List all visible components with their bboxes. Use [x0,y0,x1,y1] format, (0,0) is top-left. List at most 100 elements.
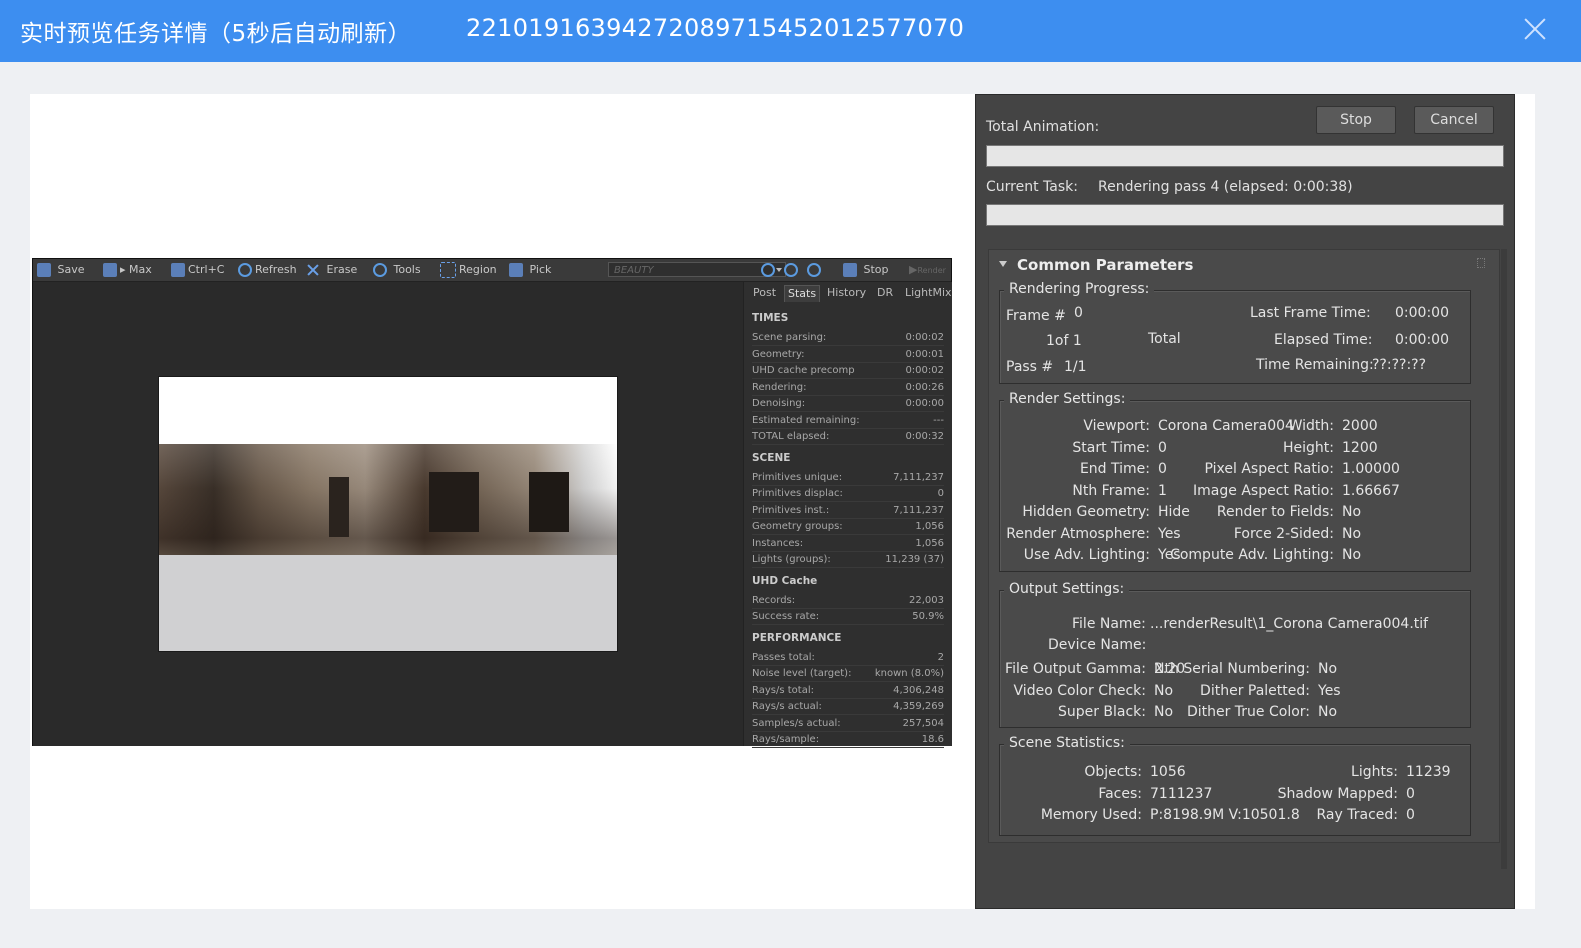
copy-icon [103,263,117,277]
param-label: Objects: [1084,764,1142,780]
param-value: Yes [1158,525,1181,542]
zoom-out-icon [784,263,798,277]
param-label: Ray Traced: [1316,807,1398,823]
param-label: Hidden Geometry: [1022,504,1150,520]
channel-select[interactable]: BEAUTY [608,262,786,277]
param-value: 0 [1406,807,1415,823]
render-settings-group: Render Settings: Viewport: Corona Camera0… [999,391,1471,572]
stats-row: Geometry groups: 1,056 [752,520,944,535]
max-button[interactable]: ▸ Max [103,262,152,278]
save-button[interactable]: Save [37,262,85,278]
stats-row: Noise level (target): known (8.0%) [752,667,944,682]
render-button[interactable]: ▶Render [909,262,946,278]
stats-section-title: TIMES [752,312,789,324]
param-label: Dither True Color: [1186,704,1310,720]
param-label: Nth Serial Numbering: [1154,661,1310,677]
render-canvas[interactable] [33,282,743,746]
param-label: Pixel Aspect Ratio: [1204,461,1335,477]
stats-row: Primitives inst.: 7,111,237 [752,504,944,519]
total-animation-label: Total Animation: [986,119,1100,135]
param-label: Super Black: [1057,704,1146,720]
param-label: Shadow Mapped: [1277,785,1398,802]
stop-button[interactable]: Stop [843,262,889,278]
gear-icon [373,263,387,277]
group-title: Scene Statistics: [1004,735,1130,751]
param-label: Compute Adv. Lighting: [1170,547,1334,563]
stats-row: Geometry: 0:00:01 [752,348,944,363]
tab-dr[interactable]: DR [874,285,896,301]
param-value: 1 [1158,482,1167,499]
hand-icon [509,263,523,277]
tab-lightmix[interactable]: LightMix [902,285,955,301]
param-label: Dither Paletted: [1200,682,1310,699]
refresh-icon [238,263,252,277]
erase-icon [306,263,320,277]
save-icon [37,263,51,277]
param-label: Nth Frame: [1072,482,1150,499]
group-title: Render Settings: [1004,391,1131,407]
param-value: 7111237 [1150,785,1213,802]
task-id: 22101916394272089715452012577070 [466,14,965,42]
param-label: Viewport: [1083,418,1150,434]
stats-section-title: SCENE [752,451,791,464]
param-label: Memory Used: [1040,807,1142,823]
param-value: No [1342,525,1362,542]
param-value: No [1318,704,1338,720]
grip-icon [1477,258,1485,268]
stats-row: Primitives unique: 7,111,237 [752,471,944,486]
zoom-out-button[interactable] [784,262,801,278]
param-value: 0 [1158,439,1167,456]
stats-row: Rendering: 0:00:26 [752,381,944,396]
param-value: No [1342,504,1362,520]
stats-row: Denoising: 0:00:00 [752,397,944,412]
stats-row: Scene parsing: 0:00:02 [752,331,944,346]
output-settings-group: Output Settings: File Name: ...renderRes… [999,581,1471,728]
stats-row: TOTAL elapsed: 0:00:32 [752,430,944,445]
rendering-dialog: Total Animation: Stop Cancel Current Tas… [975,94,1515,909]
param-value: No [1154,704,1174,720]
refresh-button[interactable]: Refresh [238,262,297,278]
pick-button[interactable]: Pick [509,262,551,278]
param-value: No [1154,682,1174,699]
stats-row: Records: 22,003 [752,594,944,609]
erase-button[interactable]: Erase [306,262,358,278]
ctrlc-button[interactable]: Ctrl+C [171,262,224,278]
zoom-in-button[interactable] [761,262,778,278]
param-label: Lights: [1351,764,1398,780]
close-icon[interactable] [1520,14,1550,44]
tab-stats[interactable]: Stats [784,285,821,302]
param-label: Height: [1283,439,1334,456]
tab-post[interactable]: Post [750,285,779,301]
stats-panel: Post Stats History DR LightMix TIMES Scen… [743,282,955,748]
stats-row: UHD cache precomp 0:00:02 [752,364,944,379]
collapse-triangle-icon [999,261,1007,267]
param-value: 2000 [1342,418,1378,434]
region-icon [440,262,456,278]
zoom-fit-icon [807,263,821,277]
window-title: 实时预览任务详情（5秒后自动刷新） [20,21,412,47]
stats-row: Primitives displac: 0 [752,487,944,502]
file-name-value: ...renderResult\1_Corona Camera004.tif [1150,616,1429,632]
param-label: End Time: [1079,461,1150,477]
stats-row: Rays/s total: 4,306,248 [752,684,944,699]
dialog-scrollbar[interactable] [1501,249,1507,869]
param-label: File Output Gamma: [1005,661,1146,677]
param-value: Corona Camera004 [1158,418,1294,434]
stats-row: Success rate: 50.9% [752,610,944,625]
param-label: Force 2-Sided: [1233,525,1334,542]
zoom-fit-button[interactable] [807,262,824,278]
param-value: 1056 [1150,764,1186,780]
stop-button[interactable]: Stop [1316,106,1396,134]
tools-button[interactable]: Tools [373,262,421,278]
region-button[interactable]: Region [440,262,497,278]
param-value: 1.66667 [1342,482,1400,499]
clipboard-icon [171,263,185,277]
rollout-header[interactable]: Common Parameters [989,250,1499,278]
cancel-button[interactable]: Cancel [1414,106,1494,134]
stats-row: Passes total: 2 [752,651,944,666]
param-label: Start Time: [1072,439,1150,456]
render-preview-image [158,376,618,652]
group-title: Output Settings: [1004,581,1130,597]
tab-history[interactable]: History [824,285,869,301]
rollout-title: Common Parameters [1017,256,1194,274]
